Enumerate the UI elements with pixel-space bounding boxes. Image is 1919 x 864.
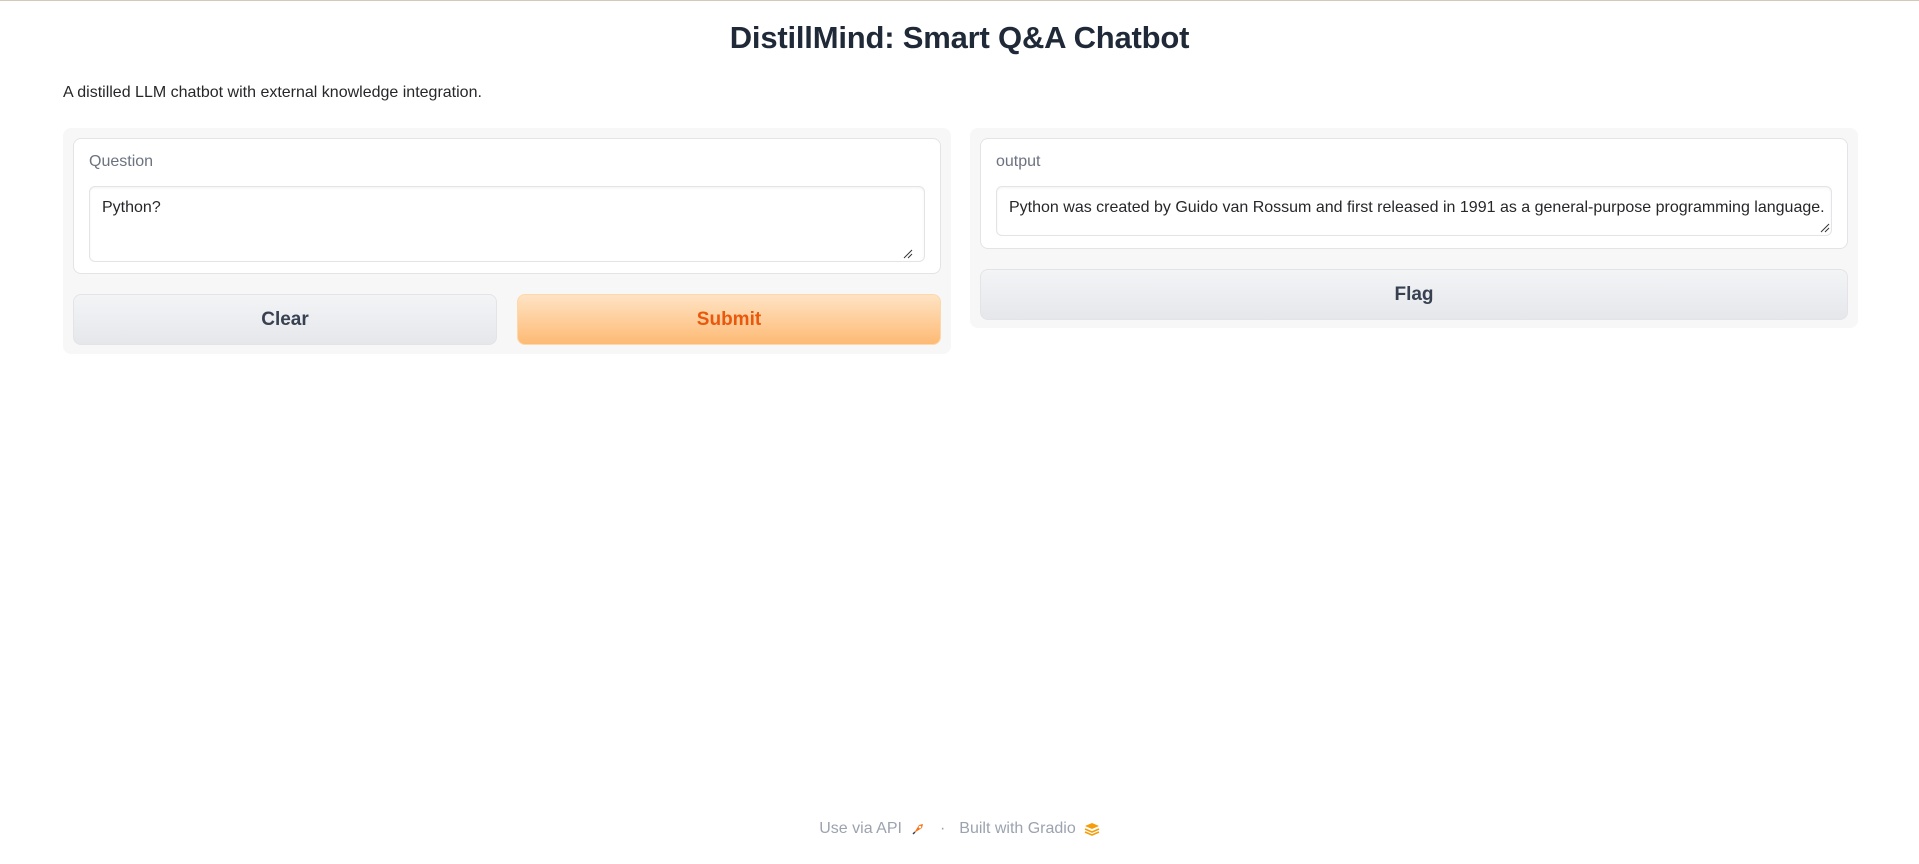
page-description: A distilled LLM chatbot with external kn… [63, 84, 482, 101]
question-textarea[interactable]: Python? [89, 186, 925, 262]
built-with-gradio-link[interactable]: Built with Gradio [959, 820, 1076, 838]
resize-handle-icon[interactable] [1820, 223, 1830, 233]
question-label: Question [89, 153, 154, 170]
output-panel: output Python was created by Guido van R… [970, 128, 1858, 328]
question-block: Question Python? [73, 138, 941, 274]
submit-button[interactable]: Submit [517, 294, 941, 345]
flag-button[interactable]: Flag [980, 269, 1848, 320]
page-title: DistillMind: Smart Q&A Chatbot [729, 20, 1190, 55]
gradio-logo-icon [1084, 823, 1100, 836]
top-border-line [0, 0, 1919, 1]
output-textarea[interactable]: Python was created by Guido van Rossum a… [996, 186, 1832, 236]
footer: Use via API · Built with Gradio [0, 820, 1919, 838]
rocket-icon [912, 824, 923, 835]
resize-handle-icon[interactable] [903, 249, 913, 259]
output-label: output [996, 153, 1041, 170]
footer-separator: · [939, 820, 946, 837]
input-panel: Question Python? Clear Submit [63, 128, 951, 354]
output-block: output Python was created by Guido van R… [980, 138, 1848, 249]
clear-button[interactable]: Clear [73, 294, 497, 345]
use-via-api-link[interactable]: Use via API [819, 820, 902, 838]
